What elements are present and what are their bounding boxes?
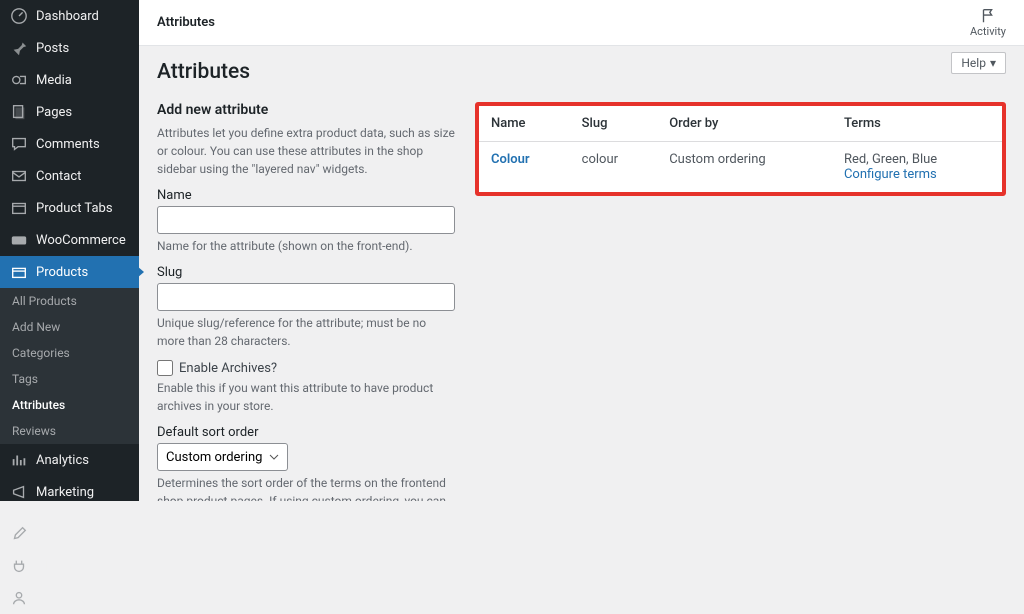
- megaphone-icon: [10, 483, 28, 501]
- submenu-all-products[interactable]: All Products: [0, 288, 139, 314]
- sidebar-item-products[interactable]: Products: [0, 256, 139, 288]
- sidebar-item-label: Media: [36, 73, 72, 88]
- sort-order-label: Default sort order: [157, 425, 455, 440]
- brush-icon: [10, 525, 28, 543]
- main-area: Attributes Activity Help ▾ Attributes Add…: [139, 0, 1024, 501]
- sidebar-item-label: Appearance: [36, 527, 105, 542]
- slug-input[interactable]: [157, 283, 455, 311]
- sort-description: Determines the sort order of the terms o…: [157, 474, 455, 501]
- topbar-title: Attributes: [157, 15, 215, 30]
- sidebar-item-pages[interactable]: Pages: [0, 96, 139, 128]
- tabs-icon: [10, 199, 28, 217]
- products-icon: [10, 263, 28, 281]
- attribute-slug: colour: [570, 142, 658, 193]
- top-bar: Attributes Activity: [139, 0, 1024, 46]
- dashboard-icon: [10, 7, 28, 25]
- submenu-categories[interactable]: Categories: [0, 340, 139, 366]
- page-title: Attributes: [157, 60, 1006, 84]
- col-name: Name: [479, 106, 570, 142]
- sidebar-item-label: Contact: [36, 169, 81, 184]
- help-label: Help: [961, 56, 986, 70]
- activity-button[interactable]: Activity: [970, 7, 1006, 38]
- add-attribute-form: Add new attribute Attributes let you def…: [157, 102, 455, 501]
- sort-order-select[interactable]: Custom ordering: [157, 443, 288, 471]
- sidebar-item-label: Analytics: [36, 453, 89, 468]
- flag-icon: [979, 7, 997, 25]
- sidebar-item-label: Products: [36, 265, 88, 280]
- sidebar-item-appearance[interactable]: Appearance: [0, 518, 139, 550]
- sidebar-item-comments[interactable]: Comments: [0, 128, 139, 160]
- submenu-tags[interactable]: Tags: [0, 366, 139, 392]
- sidebar-item-label: Posts: [36, 41, 69, 56]
- sidebar-item-marketing[interactable]: Marketing: [0, 476, 139, 508]
- col-slug: Slug: [570, 106, 658, 142]
- sidebar-item-label: Comments: [36, 137, 100, 152]
- col-order: Order by: [657, 106, 832, 142]
- slug-label: Slug: [157, 265, 455, 280]
- sidebar-item-label: Dashboard: [36, 9, 99, 24]
- sidebar-item-label: Pages: [36, 105, 72, 120]
- woocommerce-icon: [10, 231, 28, 249]
- sidebar-item-users[interactable]: Users: [0, 582, 139, 614]
- sidebar-item-contact[interactable]: Contact: [0, 160, 139, 192]
- page-icon: [10, 103, 28, 121]
- chevron-down-icon: ▾: [990, 56, 996, 70]
- form-title: Add new attribute: [157, 102, 455, 118]
- help-button[interactable]: Help ▾: [951, 52, 1006, 74]
- submenu-attributes[interactable]: Attributes: [0, 392, 139, 418]
- slug-description: Unique slug/reference for the attribute;…: [157, 314, 455, 350]
- form-description: Attributes let you define extra product …: [157, 124, 455, 178]
- page-content: Help ▾ Attributes Add new attribute Attri…: [139, 46, 1024, 501]
- name-label: Name: [157, 188, 455, 203]
- sidebar-item-woocommerce[interactable]: WooCommerce: [0, 224, 139, 256]
- attribute-order: Custom ordering: [657, 142, 832, 193]
- col-terms: Terms: [832, 106, 1002, 142]
- admin-sidebar: Dashboard Posts Media Pages Comments Con…: [0, 0, 139, 501]
- attribute-terms: Red, Green, Blue: [844, 152, 937, 167]
- attribute-name-link[interactable]: Colour: [491, 152, 530, 167]
- table-row: Colour colour Custom ordering Red, Green…: [479, 142, 1002, 193]
- sidebar-item-plugins[interactable]: Plugins: [0, 550, 139, 582]
- mail-icon: [10, 167, 28, 185]
- submenu-add-new[interactable]: Add New: [0, 314, 139, 340]
- attributes-table: Name Slug Order by Terms Colour colour: [479, 106, 1002, 192]
- sidebar-item-label: Plugins: [36, 559, 79, 574]
- plug-icon: [10, 557, 28, 575]
- enable-archives-label: Enable Archives?: [179, 361, 277, 376]
- sidebar-item-analytics[interactable]: Analytics: [0, 444, 139, 476]
- pin-icon: [10, 39, 28, 57]
- sidebar-item-posts[interactable]: Posts: [0, 32, 139, 64]
- enable-archives-checkbox[interactable]: [157, 360, 173, 376]
- name-input[interactable]: [157, 206, 455, 234]
- comment-icon: [10, 135, 28, 153]
- name-description: Name for the attribute (shown on the fro…: [157, 237, 455, 255]
- configure-terms-link[interactable]: Configure terms: [844, 167, 937, 182]
- sidebar-item-dashboard[interactable]: Dashboard: [0, 0, 139, 32]
- attributes-table-highlight: Name Slug Order by Terms Colour colour: [475, 102, 1006, 196]
- sidebar-item-label: Product Tabs: [36, 201, 113, 216]
- media-icon: [10, 71, 28, 89]
- sidebar-item-media[interactable]: Media: [0, 64, 139, 96]
- sidebar-item-label: Users: [36, 591, 69, 606]
- analytics-icon: [10, 451, 28, 469]
- activity-label: Activity: [970, 25, 1006, 38]
- sidebar-item-label: Marketing: [36, 485, 94, 500]
- submenu-reviews[interactable]: Reviews: [0, 418, 139, 444]
- user-icon: [10, 589, 28, 607]
- sidebar-submenu: All Products Add New Categories Tags Att…: [0, 288, 139, 444]
- sidebar-item-product-tabs[interactable]: Product Tabs: [0, 192, 139, 224]
- archives-description: Enable this if you want this attribute t…: [157, 379, 455, 415]
- sidebar-item-label: WooCommerce: [36, 233, 126, 248]
